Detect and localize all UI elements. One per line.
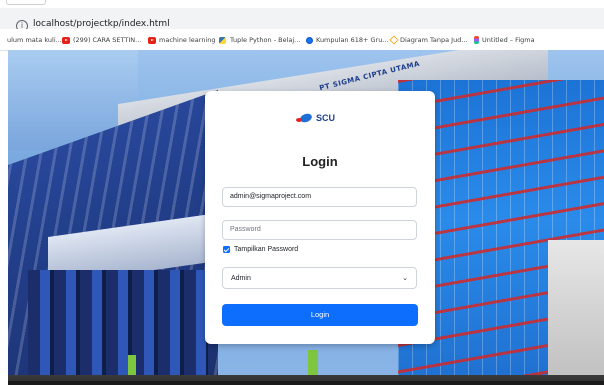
bookmark-item[interactable]: Diagram Tanpa Jud... [389, 35, 468, 45]
bookmark-item[interactable]: machine learning [148, 35, 216, 45]
globe-icon [306, 36, 313, 44]
email-field[interactable]: admin@sigmaproject.com [222, 187, 417, 207]
bottom-edge [8, 381, 604, 385]
figma-icon [474, 36, 479, 44]
youtube-icon [62, 36, 70, 44]
building-pillars [28, 270, 208, 385]
page-title: Login [302, 154, 338, 169]
role-select-value: Admin [231, 274, 251, 282]
show-password-toggle[interactable]: Tampilkan Password [223, 246, 298, 253]
bookmark-item[interactable]: Tuple Python - Belaj... [219, 35, 300, 45]
bookmark-item[interactable]: ulum mata kuli... [7, 35, 62, 45]
login-button[interactable]: Login [222, 304, 418, 326]
logo-text: SCU [316, 113, 336, 123]
show-password-checkbox[interactable] [223, 246, 230, 253]
top-edge [0, 0, 604, 8]
diagram-icon [389, 36, 397, 44]
role-select[interactable]: Admin ⌄ [222, 267, 417, 289]
python-icon [219, 37, 227, 44]
login-card: SCU Login admin@sigmaproject.com Passwor… [205, 91, 435, 344]
password-field[interactable]: Password [222, 220, 417, 240]
url-text[interactable]: localhost/projectkp/index.html [33, 19, 170, 29]
bookmarks-bar: ulum mata kuli... (299) CARA SETTIN... m… [0, 29, 604, 51]
tab-edge [6, 0, 46, 5]
logo: SCU [296, 110, 344, 126]
logo-icon [296, 112, 314, 124]
bookmark-item[interactable]: Kumpulan 618+ Gru... [306, 35, 389, 45]
show-password-label: Tampilkan Password [234, 246, 299, 253]
address-bar[interactable]: i localhost/projectkp/index.html [0, 8, 604, 32]
youtube-icon [148, 36, 156, 44]
chevron-down-icon: ⌄ [402, 274, 408, 282]
building-annex [548, 240, 604, 385]
bookmark-item[interactable]: Untitled – Figma [474, 35, 535, 45]
bookmark-item[interactable]: (299) CARA SETTIN... [62, 35, 141, 45]
